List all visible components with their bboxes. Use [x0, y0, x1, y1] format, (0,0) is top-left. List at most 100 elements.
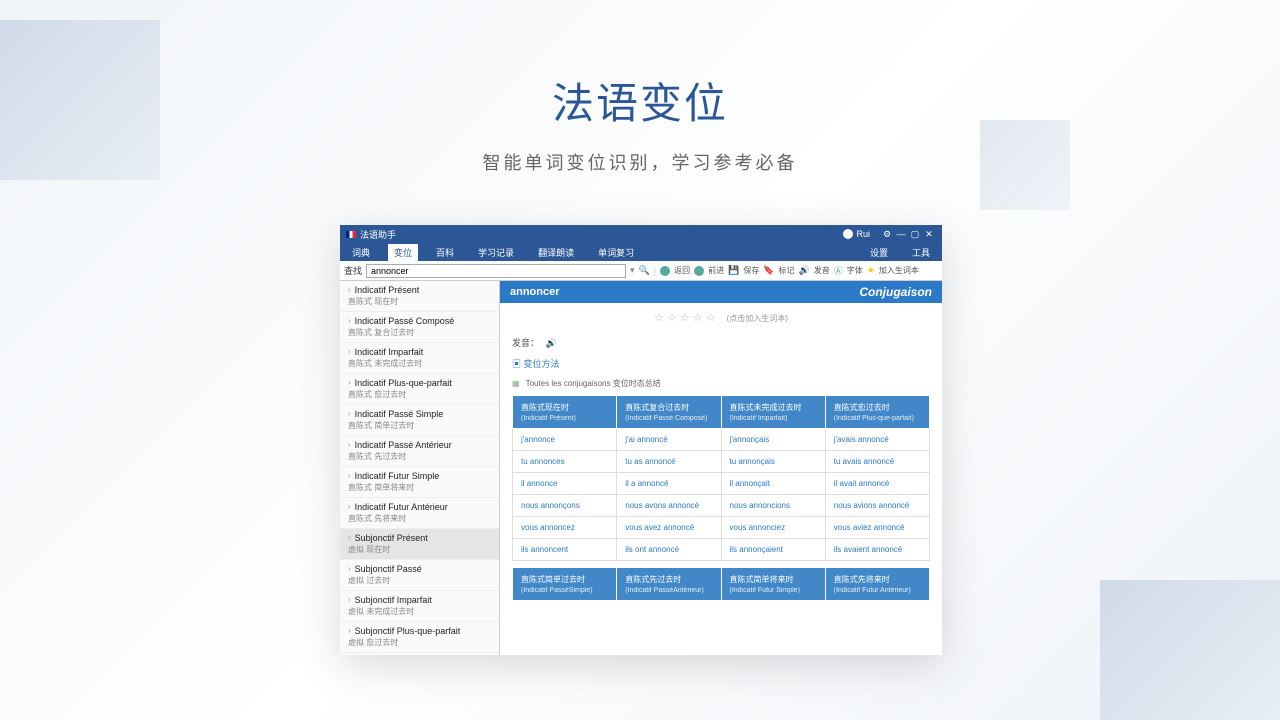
- user-name[interactable]: Rui: [856, 229, 870, 239]
- table-header: 直陈式先过去时(Indicatif PasséAntérieur): [617, 568, 721, 601]
- sidebar-item[interactable]: Indicatif Passé Composé直陈式 复合过去时: [340, 312, 499, 343]
- conjugation-cell[interactable]: ils ont annoncé: [617, 539, 721, 561]
- search-input[interactable]: [366, 264, 626, 278]
- titlebar: 法语助手 Rui ⚙ — ▢ ✕: [340, 225, 942, 243]
- rating-hint: (点击加入生词本): [727, 314, 788, 323]
- conjugation-cell[interactable]: nous annonçons: [513, 495, 617, 517]
- sidebar-item[interactable]: Indicatif Passé Simple直陈式 简单过去时: [340, 405, 499, 436]
- tab-conjugation[interactable]: 变位: [388, 244, 418, 261]
- conjugation-cell[interactable]: il annonçait: [721, 473, 825, 495]
- conjugation-cell[interactable]: j'annonçais: [721, 429, 825, 451]
- conjugation-cell[interactable]: vous annonciez: [721, 517, 825, 539]
- font-icon[interactable]: Ⓐ: [834, 264, 843, 277]
- sidebar-item-cn: 虚拟 未完成过去时: [348, 606, 491, 617]
- menubar: 词典 变位 百科 学习记录 翻译朗读 单词复习 设置 工具: [340, 243, 942, 261]
- sidebar-item[interactable]: Indicatif Plus-que-parfait直陈式 愈过去时: [340, 374, 499, 405]
- conjugation-cell[interactable]: nous annoncions: [721, 495, 825, 517]
- tab-wiki[interactable]: 百科: [430, 244, 460, 261]
- conjugation-cell[interactable]: tu annonçais: [721, 451, 825, 473]
- sidebar-item[interactable]: Indicatif Imparfait直陈式 未完成过去时: [340, 343, 499, 374]
- brand-label: Conjugaison: [859, 285, 932, 299]
- sidebar-item-cn: 虚拟 过去时: [348, 575, 491, 586]
- conjugation-cell[interactable]: il annonce: [513, 473, 617, 495]
- sidebar-item-en: Indicatif Futur Simple: [348, 471, 491, 481]
- flag-icon: [346, 231, 356, 238]
- sound-button[interactable]: 发音: [814, 265, 830, 276]
- minimize-button[interactable]: —: [894, 229, 908, 239]
- forward-icon[interactable]: [694, 266, 704, 276]
- maximize-button[interactable]: ▢: [908, 229, 922, 240]
- bg-decoration: [980, 120, 1070, 210]
- tab-translate[interactable]: 翻译朗读: [532, 244, 580, 261]
- sidebar-item-en: Indicatif Futur Antérieur: [348, 502, 491, 512]
- star-empty-icon[interactable]: ☆ ☆ ☆ ☆ ☆: [654, 312, 716, 324]
- conjugation-cell[interactable]: vous aviez annoncé: [825, 517, 929, 539]
- sidebar-item-cn: 直陈式 复合过去时: [348, 327, 491, 338]
- table-row: j'annoncej'ai annoncéj'annonçaisj'avais …: [513, 429, 930, 451]
- conjugation-cell[interactable]: nous avions annoncé: [825, 495, 929, 517]
- tab-history[interactable]: 学习记录: [472, 244, 520, 261]
- conjugation-cell[interactable]: vous annoncez: [513, 517, 617, 539]
- font-button[interactable]: 字体: [847, 265, 863, 276]
- sidebar-item[interactable]: Subjonctif Imparfait虚拟 未完成过去时: [340, 591, 499, 622]
- app-title: 法语助手: [360, 228, 396, 241]
- tab-review[interactable]: 单词复习: [592, 244, 640, 261]
- back-button[interactable]: 返回: [674, 265, 690, 276]
- mark-icon[interactable]: 🔖: [763, 265, 774, 276]
- sidebar-item-cn: 直陈式 先过去时: [348, 451, 491, 462]
- sidebar-item-en: Indicatif Présent: [348, 285, 491, 295]
- sidebar-item[interactable]: Indicatif Futur Antérieur直陈式 先将来时: [340, 498, 499, 529]
- conjugation-cell[interactable]: ils annonçaient: [721, 539, 825, 561]
- sidebar-item[interactable]: Subjonctif Présent虚拟 现在时: [340, 529, 499, 560]
- method-link[interactable]: 变位方法: [524, 359, 560, 369]
- sidebar-item[interactable]: Indicatif Passé Antérieur直陈式 先过去时: [340, 436, 499, 467]
- pron-label: 发音：: [512, 338, 539, 348]
- conjugation-cell[interactable]: j'annonce: [513, 429, 617, 451]
- conjugation-cell[interactable]: tu annonces: [513, 451, 617, 473]
- dropdown-icon[interactable]: ▾: [630, 265, 635, 276]
- bg-decoration: [0, 20, 160, 180]
- conjugation-cell[interactable]: il a annoncé: [617, 473, 721, 495]
- close-button[interactable]: ✕: [922, 229, 936, 240]
- conjugation-cell[interactable]: tu avais annoncé: [825, 451, 929, 473]
- menu-tools[interactable]: 工具: [906, 244, 936, 261]
- conjugation-cell[interactable]: ils annoncent: [513, 539, 617, 561]
- search-icon[interactable]: 🔍: [639, 265, 650, 276]
- menu-settings[interactable]: 设置: [864, 244, 894, 261]
- conjugation-cell[interactable]: il avait annoncé: [825, 473, 929, 495]
- searchbar: 查找 ▾ 🔍 | 返回 前进 💾 保存 🔖 标记 🔊 发音 Ⓐ 字体 ★ 加入生…: [340, 261, 942, 281]
- play-sound-icon[interactable]: 🔊: [546, 338, 557, 348]
- sound-icon[interactable]: 🔊: [799, 265, 810, 276]
- mark-button[interactable]: 标记: [779, 265, 795, 276]
- forward-button[interactable]: 前进: [708, 265, 724, 276]
- conjugation-cell[interactable]: j'ai annoncé: [617, 429, 721, 451]
- back-icon[interactable]: [660, 266, 670, 276]
- main-header: annoncer Conjugaison: [500, 281, 942, 303]
- sidebar-item[interactable]: Indicatif Futur Simple直陈式 简单将来时: [340, 467, 499, 498]
- sidebar-item-cn: 直陈式 现在时: [348, 296, 491, 307]
- star-icon[interactable]: ★: [867, 265, 875, 276]
- conjugation-cell[interactable]: ils avaient annoncé: [825, 539, 929, 561]
- conjugation-cell[interactable]: tu as annoncé: [617, 451, 721, 473]
- rating-row: ☆ ☆ ☆ ☆ ☆ (点击加入生词本): [500, 303, 942, 332]
- sidebar-item[interactable]: Indicatif Présent直陈式 现在时: [340, 281, 499, 312]
- sidebar-item[interactable]: Subjonctif Plus-que-parfait虚拟 愈过去时: [340, 622, 499, 653]
- sidebar-item-cn: 虚拟 愈过去时: [348, 637, 491, 648]
- collapse-icon[interactable]: ▣: [512, 359, 521, 369]
- main-panel: annoncer Conjugaison ☆ ☆ ☆ ☆ ☆ (点击加入生词本)…: [500, 281, 942, 655]
- conjugation-cell[interactable]: vous avez annoncé: [617, 517, 721, 539]
- conjugation-table-1: 直陈式现在时(Indicatif Présent)直陈式复合过去时(Indica…: [512, 395, 930, 561]
- table-row: il annonceil a annoncéil annonçaitil ava…: [513, 473, 930, 495]
- tab-dict[interactable]: 词典: [346, 244, 376, 261]
- settings-icon[interactable]: ⚙: [880, 229, 894, 240]
- sidebar-item-en: Subjonctif Plus-que-parfait: [348, 626, 491, 636]
- vocab-button[interactable]: 加入生词本: [879, 265, 919, 276]
- save-icon[interactable]: 💾: [728, 265, 739, 276]
- sidebar-item[interactable]: Subjonctif Passé虚拟 过去时: [340, 560, 499, 591]
- app-window: 法语助手 Rui ⚙ — ▢ ✕ 词典 变位 百科 学习记录 翻译朗读 单词复习…: [340, 225, 942, 655]
- save-button[interactable]: 保存: [743, 265, 759, 276]
- conjugation-cell[interactable]: nous avons annoncé: [617, 495, 721, 517]
- sidebar-item[interactable]: Conditionnel Présent条件式 现在时: [340, 653, 499, 655]
- table-row: vous annoncezvous avez annoncévous annon…: [513, 517, 930, 539]
- conjugation-cell[interactable]: j'avais annoncé: [825, 429, 929, 451]
